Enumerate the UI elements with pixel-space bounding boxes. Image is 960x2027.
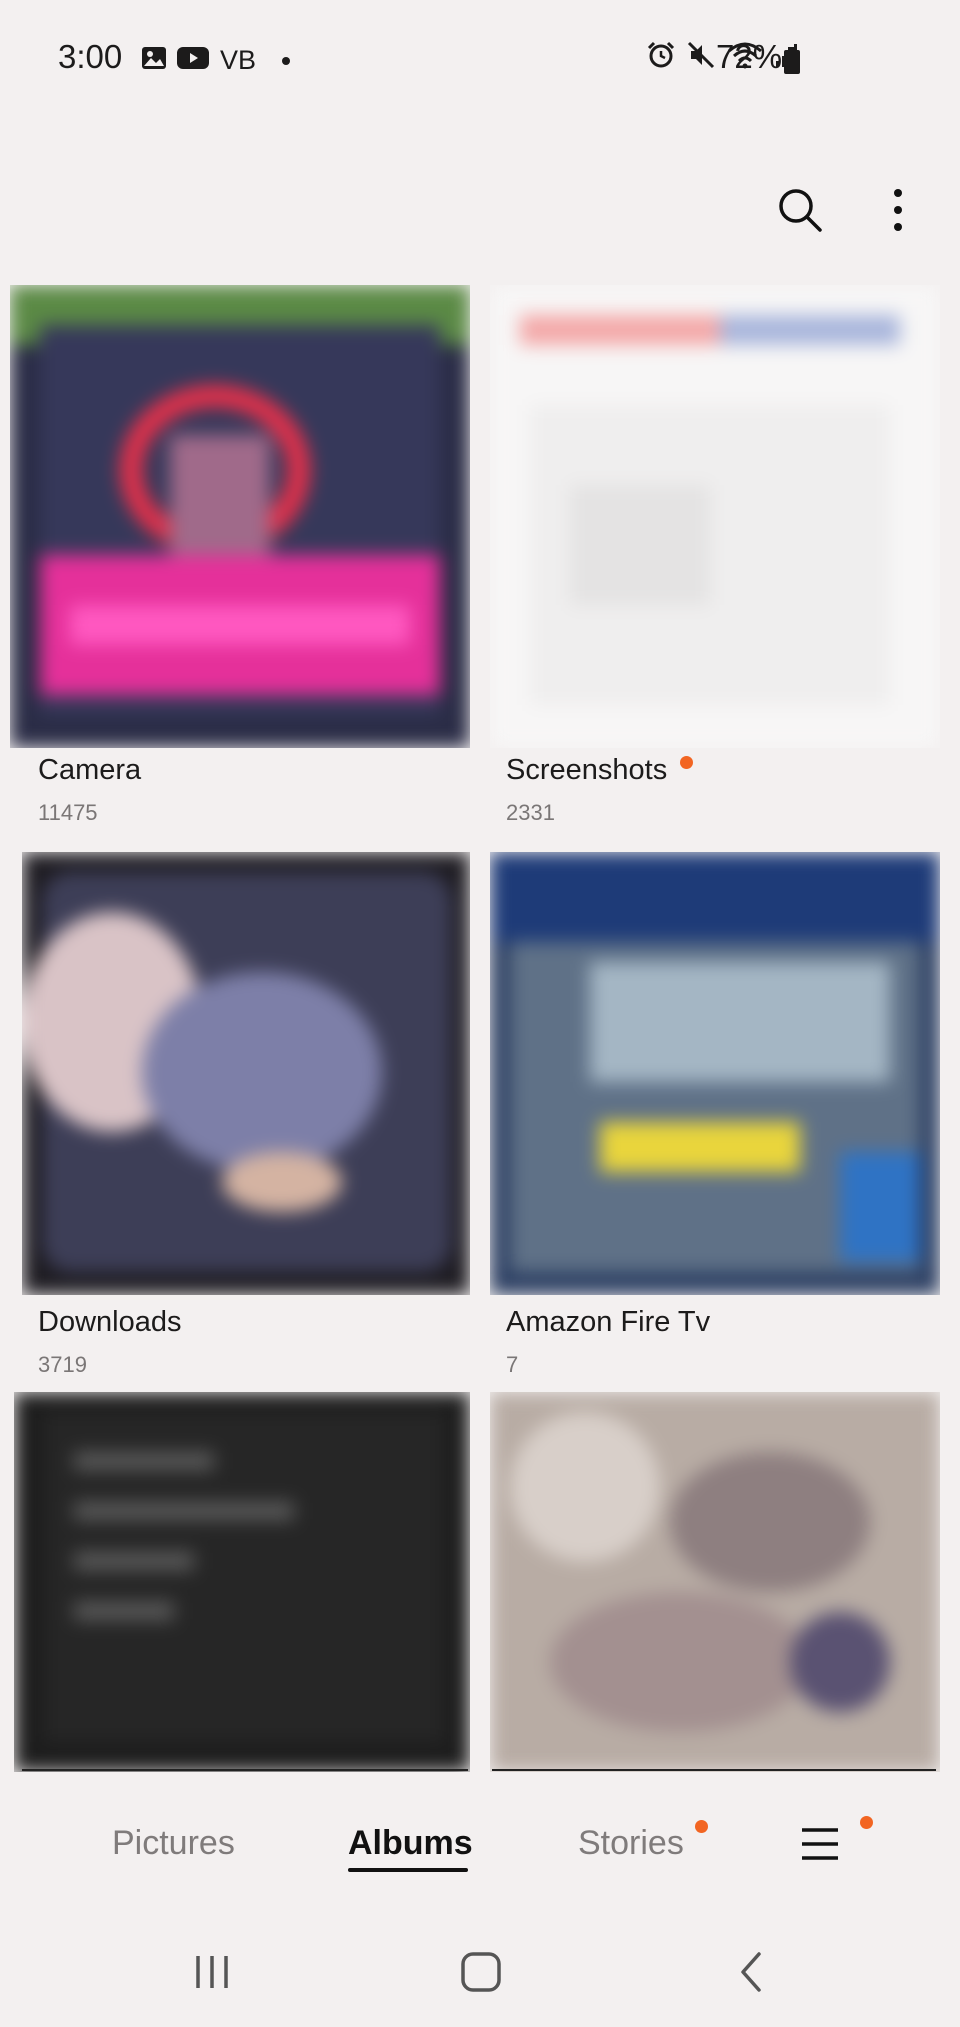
tab-pictures[interactable]: Pictures <box>112 1824 235 1863</box>
recent-apps-button[interactable] <box>182 1942 242 2002</box>
active-tab-indicator <box>348 1868 468 1872</box>
status-time: 3:00 <box>58 38 123 75</box>
album-divider <box>22 1769 468 1771</box>
home-icon <box>461 1952 501 1992</box>
album-divider <box>492 1769 936 1771</box>
album-thumbnail[interactable] <box>490 1392 940 1772</box>
tab-albums[interactable]: Albums <box>348 1824 473 1863</box>
menu-badge <box>860 1816 873 1829</box>
bottom-tab-bar: Pictures Albums Stories <box>0 1772 960 1922</box>
menu-button[interactable] <box>800 1824 844 1868</box>
new-items-badge <box>680 756 693 769</box>
more-options-button[interactable] <box>868 180 928 240</box>
header-actions <box>770 180 928 240</box>
youtube-notification-icon <box>176 45 210 76</box>
album-thumbnail[interactable] <box>22 852 470 1295</box>
album-name: Amazon Fire Tv <box>506 1306 711 1338</box>
battery-percentage: 72% <box>716 38 783 75</box>
album-name: Downloads <box>38 1306 182 1338</box>
system-navigation-bar <box>0 1922 960 2027</box>
search-button[interactable] <box>770 180 830 240</box>
search-icon <box>779 189 822 232</box>
menu-icon <box>802 1828 838 1860</box>
mute-icon <box>686 40 716 75</box>
status-notification-icons: VB <box>140 44 291 77</box>
album-thumbnail[interactable] <box>490 285 940 748</box>
back-icon <box>741 1952 761 1992</box>
recent-apps-icon <box>196 1956 228 1988</box>
album-thumbnail[interactable] <box>14 1392 470 1772</box>
album-count: 2331 <box>506 800 555 825</box>
album-thumbnail[interactable] <box>10 285 470 748</box>
status-bar: 3:00 VB 72% <box>0 0 960 120</box>
battery-icon <box>782 46 802 81</box>
tab-stories[interactable]: Stories <box>578 1824 684 1863</box>
more-notifications-dot <box>282 56 291 65</box>
album-name: Camera <box>38 754 142 786</box>
album-thumbnail[interactable] <box>490 852 940 1295</box>
album-count: 7 <box>506 1352 519 1377</box>
more-options-icon <box>894 189 902 231</box>
alarm-icon <box>646 40 676 75</box>
album-count: 11475 <box>38 800 98 825</box>
album-name: Screenshots <box>506 754 668 786</box>
stories-badge <box>695 1820 708 1833</box>
back-button[interactable] <box>720 1942 780 2002</box>
home-button[interactable] <box>451 1942 511 2002</box>
album-count: 3719 <box>38 1352 87 1377</box>
status-carrier: VB <box>220 45 257 75</box>
gallery-notification-icon <box>140 44 168 77</box>
